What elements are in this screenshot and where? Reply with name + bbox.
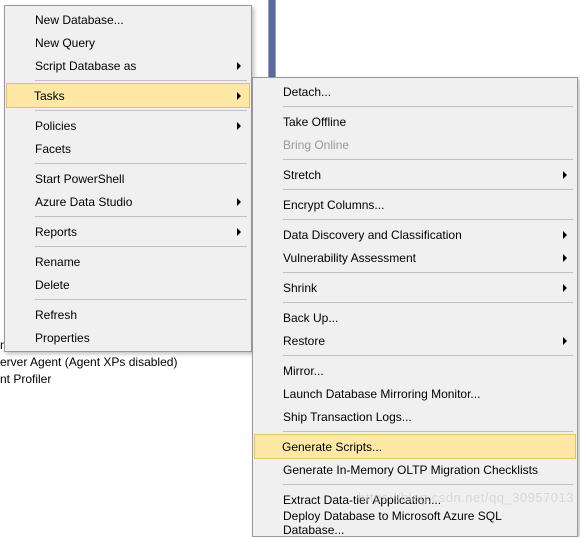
menu-label: Restore (283, 334, 325, 348)
menu-mirror[interactable]: Mirror... (255, 359, 575, 382)
menu-label: Launch Database Mirroring Monitor... (283, 387, 480, 401)
menu-label: Take Offline (283, 115, 346, 129)
menu-label: Data Discovery and Classification (283, 228, 462, 242)
submenu-arrow-icon (237, 92, 241, 100)
tree-node[interactable]: nt Profiler (0, 372, 51, 386)
menu-label: Back Up... (283, 311, 338, 325)
menu-label: Facets (35, 142, 71, 156)
menu-start-powershell[interactable]: Start PowerShell (7, 167, 249, 190)
menu-label: Stretch (283, 168, 321, 182)
menu-take-offline[interactable]: Take Offline (255, 110, 575, 133)
submenu-arrow-icon (237, 228, 241, 236)
menu-separator (283, 272, 573, 273)
submenu-arrow-icon (563, 254, 567, 262)
menu-label: Properties (35, 331, 90, 345)
menu-separator (283, 484, 573, 485)
menu-label: Script Database as (35, 59, 136, 73)
submenu-tasks: Detach... Take Offline Bring Online Stre… (252, 77, 578, 537)
menu-detach[interactable]: Detach... (255, 80, 575, 103)
menu-launch-mirroring-monitor[interactable]: Launch Database Mirroring Monitor... (255, 382, 575, 405)
menu-label: Generate Scripts... (282, 440, 382, 454)
menu-azure-data-studio[interactable]: Azure Data Studio (7, 190, 249, 213)
menu-label: Azure Data Studio (35, 195, 132, 209)
menu-label: Mirror... (283, 364, 324, 378)
menu-separator (283, 219, 573, 220)
menu-label: Rename (35, 255, 80, 269)
menu-label: Bring Online (283, 138, 349, 152)
menu-label: New Database... (35, 13, 124, 27)
menu-label: New Query (35, 36, 95, 50)
menu-label: Tasks (34, 89, 65, 103)
menu-separator (35, 163, 247, 164)
menu-separator (283, 355, 573, 356)
menu-separator (35, 246, 247, 247)
menu-separator (35, 80, 247, 81)
menu-label: Detach... (283, 85, 331, 99)
menu-ship-transaction-logs[interactable]: Ship Transaction Logs... (255, 405, 575, 428)
submenu-arrow-icon (237, 62, 241, 70)
menu-label: Vulnerability Assessment (283, 251, 416, 265)
menu-label: Policies (35, 119, 76, 133)
menu-policies[interactable]: Policies (7, 114, 249, 137)
menu-restore[interactable]: Restore (255, 329, 575, 352)
submenu-arrow-icon (237, 198, 241, 206)
menu-new-query[interactable]: New Query (7, 31, 249, 54)
menu-shrink[interactable]: Shrink (255, 276, 575, 299)
menu-generate-scripts[interactable]: Generate Scripts... (254, 434, 576, 459)
submenu-arrow-icon (563, 231, 567, 239)
menu-refresh[interactable]: Refresh (7, 303, 249, 326)
menu-delete[interactable]: Delete (7, 273, 249, 296)
menu-separator (283, 302, 573, 303)
submenu-arrow-icon (563, 284, 567, 292)
menu-reports[interactable]: Reports (7, 220, 249, 243)
menu-separator (283, 189, 573, 190)
menu-bring-online: Bring Online (255, 133, 575, 156)
menu-label: Encrypt Columns... (283, 198, 384, 212)
menu-label: Deploy Database to Microsoft Azure SQL D… (283, 509, 565, 537)
menu-new-database[interactable]: New Database... (7, 8, 249, 31)
menu-vulnerability-assessment[interactable]: Vulnerability Assessment (255, 246, 575, 269)
menu-back-up[interactable]: Back Up... (255, 306, 575, 329)
menu-label: Extract Data-tier Application... (283, 493, 441, 507)
menu-separator (35, 110, 247, 111)
context-menu-database: New Database... New Query Script Databas… (4, 5, 252, 352)
submenu-arrow-icon (563, 337, 567, 345)
menu-stretch[interactable]: Stretch (255, 163, 575, 186)
menu-encrypt-columns[interactable]: Encrypt Columns... (255, 193, 575, 216)
menu-label: Reports (35, 225, 77, 239)
submenu-arrow-icon (563, 171, 567, 179)
menu-facets[interactable]: Facets (7, 137, 249, 160)
menu-tasks[interactable]: Tasks (6, 83, 250, 108)
menu-label: Shrink (283, 281, 317, 295)
menu-separator (283, 106, 573, 107)
menu-separator (283, 431, 573, 432)
menu-properties[interactable]: Properties (7, 326, 249, 349)
menu-generate-oltp-checklists[interactable]: Generate In-Memory OLTP Migration Checkl… (255, 458, 575, 481)
menu-label: Ship Transaction Logs... (283, 410, 412, 424)
menu-label: Delete (35, 278, 70, 292)
menu-separator (283, 159, 573, 160)
menu-label: Start PowerShell (35, 172, 124, 186)
submenu-arrow-icon (237, 122, 241, 130)
menu-rename[interactable]: Rename (7, 250, 249, 273)
menu-separator (35, 216, 247, 217)
menu-script-database-as[interactable]: Script Database as (7, 54, 249, 77)
menu-label: Refresh (35, 308, 77, 322)
menu-data-discovery[interactable]: Data Discovery and Classification (255, 223, 575, 246)
tree-node[interactable]: erver Agent (Agent XPs disabled) (0, 355, 177, 369)
menu-label: Generate In-Memory OLTP Migration Checkl… (283, 463, 538, 477)
menu-separator (35, 299, 247, 300)
menu-deploy-to-azure[interactable]: Deploy Database to Microsoft Azure SQL D… (255, 511, 575, 534)
